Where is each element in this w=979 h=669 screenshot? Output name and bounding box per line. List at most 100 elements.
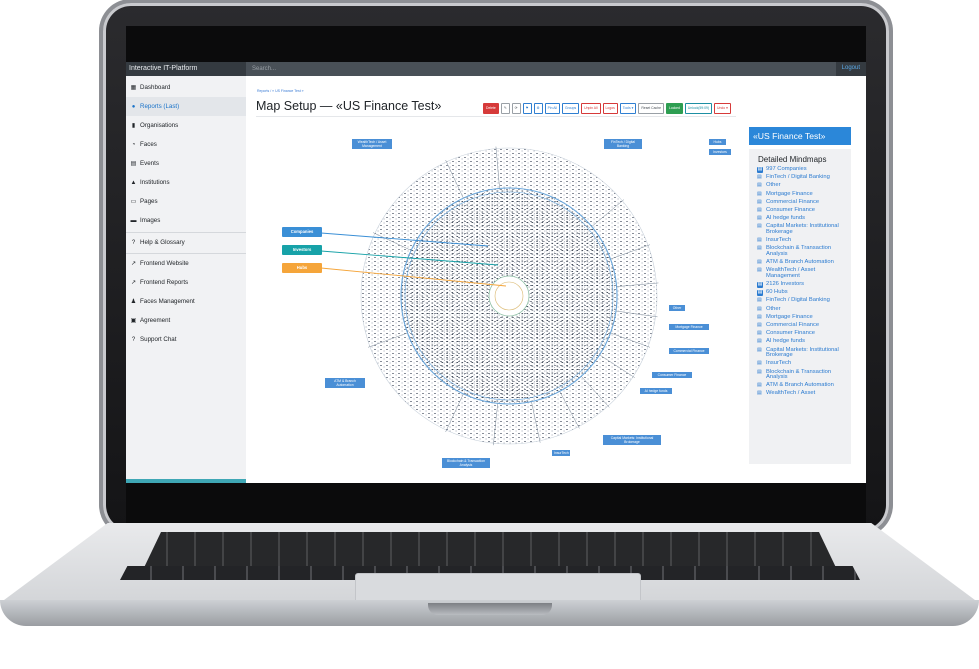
- sidebar-item-label: Frontend Website: [140, 260, 189, 267]
- sidebar-item-images[interactable]: ▬ Images: [126, 211, 246, 230]
- mindmap-list-item[interactable]: ▤ Mortgage Finance: [757, 191, 849, 198]
- mindmap-list-item[interactable]: ▤ Capital Markets: Institutional Brokerag…: [757, 223, 849, 235]
- mindmap-list-item[interactable]: ▤ Blockchain & Transaction Analysis: [757, 245, 849, 257]
- groups-button[interactable]: Groups: [562, 103, 580, 114]
- sidebar-item-label: Faces Management: [140, 298, 195, 305]
- companies-label[interactable]: Companies: [282, 227, 322, 237]
- page-title: Map Setup — «US Finance Test»: [256, 99, 442, 113]
- sidebar-item-label: Reports (Last): [140, 103, 180, 110]
- mindmap-icon: ▤: [757, 245, 762, 252]
- mindmap-list-item[interactable]: ▤ Commercial Finance: [757, 322, 849, 329]
- investors-label[interactable]: Investors: [282, 245, 322, 255]
- tools-dropdown[interactable]: Tools ▾: [619, 103, 637, 114]
- hubs-label[interactable]: Hubs: [282, 263, 322, 273]
- segment-label[interactable]: InsurTech: [552, 450, 570, 456]
- segment-label[interactable]: Mortgage Finance: [669, 324, 709, 330]
- mindmap-list-item[interactable]: ▤ 997 Companies: [757, 166, 849, 173]
- mindmap-list-item[interactable]: ▤ Commercial Finance: [757, 199, 849, 206]
- sidebar-item-institutions[interactable]: ▲ Institutions: [126, 173, 246, 192]
- mindmap-list-label: 2126 Investors: [766, 281, 805, 288]
- mindmap-list-item[interactable]: ▤ WealthTech / Asset Management: [757, 267, 849, 279]
- unpin-all-button[interactable]: Unpin All: [581, 103, 601, 114]
- mindmap-canvas[interactable]: Companies Investors Hubs WealthTech / As…: [266, 120, 736, 483]
- sidebar-item-frontend-website[interactable]: ↗ Frontend Website: [126, 254, 246, 273]
- segment-label[interactable]: Capital Markets: Institutional Brokerage: [603, 435, 661, 445]
- mindmap-list-item[interactable]: ▤ FinTech / Digital Banking: [757, 174, 849, 181]
- sidebar-item-pages[interactable]: ▭ Pages: [126, 192, 246, 211]
- logos-button[interactable]: Logos: [602, 103, 618, 114]
- mindmap-list-item[interactable]: ▤ 60 Hubs: [757, 290, 849, 296]
- pin-all-button[interactable]: Pin All: [544, 103, 561, 114]
- segment-label[interactable]: FinTech / Digital Banking: [604, 139, 642, 149]
- sidebar-item-dashboard[interactable]: ▦ Dashboard: [126, 78, 246, 97]
- panel-title: Detailed Mindmaps: [758, 155, 827, 164]
- mindmap-list-item[interactable]: ▤ AI hedge funds: [757, 215, 849, 222]
- mindmap-list-item[interactable]: ▤ ATM & Branch Automation: [757, 383, 849, 389]
- radial-map[interactable]: [266, 120, 736, 483]
- building-icon: ▮: [131, 123, 136, 129]
- mindmap-list-item[interactable]: ▤ FinTech / Digital Banking: [757, 298, 849, 304]
- main-content: Reports / « US Finance Test » Map Setup …: [246, 76, 866, 483]
- sidebar-item-events[interactable]: ▤ Events: [126, 154, 246, 173]
- share-button[interactable]: ⚑: [522, 103, 532, 114]
- mindmap-list-label: FinTech / Digital Banking: [766, 174, 830, 181]
- mindmap-list-item[interactable]: ▤ 2126 Investors: [757, 281, 849, 288]
- segment-label[interactable]: WealthTech / Asset Management: [352, 139, 392, 149]
- sidebar-item-label: Faces: [140, 141, 157, 148]
- segment-label[interactable]: ATM & Branch Automation: [325, 378, 365, 388]
- mindmap-icon: ▤: [757, 237, 762, 244]
- sidebar-item-label: Dashboard: [140, 84, 171, 91]
- reset-cache-button[interactable]: Reset Cache: [638, 103, 664, 114]
- sidebar-item-frontend-reports[interactable]: ↗ Frontend Reports: [126, 273, 246, 292]
- sidebar-item-help[interactable]: ? Help & Glossary: [126, 233, 246, 252]
- mindmap-icon: ▤: [757, 313, 762, 320]
- mindmap-icon: ▤: [757, 368, 762, 375]
- logout-link[interactable]: Logout: [842, 65, 860, 71]
- brand[interactable]: Interactive IT-Platform: [129, 65, 197, 72]
- mindmap-icon: ▤: [757, 330, 762, 337]
- segment-label[interactable]: AI hedge funds: [640, 388, 672, 394]
- segment-label[interactable]: Other: [669, 305, 685, 311]
- mindmap-list-item[interactable]: ▤ Other: [757, 306, 849, 313]
- search-input[interactable]: Search...: [246, 62, 836, 76]
- sidebar-item-faces[interactable]: ◔ Faces: [126, 135, 246, 154]
- delete-button[interactable]: Delete: [483, 103, 499, 114]
- mindmap-list-item[interactable]: ▤ Consumer Finance: [757, 330, 849, 337]
- page-icon: ▭: [130, 199, 137, 205]
- sidebar-item-organisations[interactable]: ▮ Organisations: [126, 116, 246, 135]
- mindmap-list-item[interactable]: ▤ Other: [757, 183, 849, 189]
- mindmap-list-item[interactable]: ▤ Capital Markets: Institutional Brokerag…: [757, 347, 849, 359]
- breadcrumb[interactable]: Reports / « US Finance Test »: [257, 89, 304, 93]
- settings-button[interactable]: ⚙: [533, 103, 543, 114]
- mindmap-list-item[interactable]: ▤ Mortgage Finance: [757, 313, 849, 321]
- sidebar-item-agreement[interactable]: ▣ Agreement: [126, 311, 246, 330]
- segment-label[interactable]: Blockchain & Transaction Analysis: [442, 458, 490, 468]
- external-link-icon: ↗: [130, 280, 137, 286]
- mindmap-icon: ▤: [757, 174, 762, 181]
- users-icon: ♟: [130, 299, 137, 305]
- mindmap-list-item[interactable]: ▤ InsurTech: [757, 361, 849, 367]
- refresh-button[interactable]: ⟳: [511, 103, 521, 114]
- unlock-button[interactable]: Unlock(59:09): [684, 103, 713, 114]
- sidebar-item-support-chat[interactable]: ? Support Chat: [126, 330, 246, 349]
- sidebar-item-faces-management[interactable]: ♟ Faces Management: [126, 292, 246, 311]
- mindmap-list-label: WealthTech / Asset: [766, 390, 816, 397]
- dashboard-icon: ▦: [130, 85, 137, 91]
- mindmap-list-item[interactable]: ▤ Blockchain & Transaction Analysis: [757, 368, 849, 381]
- mindmap-list-item[interactable]: ▤ InsurTech: [757, 237, 849, 244]
- mindmap-list-label: AI hedge funds: [766, 215, 805, 222]
- mindmap-list-item[interactable]: ▤ WealthTech / Asset: [757, 391, 849, 397]
- segment-label[interactable]: Commercial Finance: [669, 348, 709, 354]
- segment-label[interactable]: Consumer Finance: [652, 372, 692, 378]
- edit-button[interactable]: ✎: [500, 103, 510, 114]
- mindmap-icon: ▤: [757, 259, 762, 266]
- mindmap-list-item[interactable]: ▤ Consumer Finance: [757, 207, 849, 214]
- segment-label[interactable]: Investors: [709, 149, 731, 155]
- sidebar-item-reports[interactable]: ● Reports (Last): [126, 97, 246, 116]
- mindmap-list-item[interactable]: ▤ AI hedge funds: [757, 339, 849, 345]
- segment-label[interactable]: Hubs: [709, 139, 726, 145]
- undo-dropdown[interactable]: Undo ▾: [714, 103, 731, 114]
- mindmap-list-item[interactable]: ▤ ATM & Branch Automation: [757, 259, 849, 266]
- sidebar-item-label: Frontend Reports: [140, 279, 189, 286]
- sidebar: ▦ Dashboard ● Reports (Last) ▮ Organisation…: [126, 76, 247, 483]
